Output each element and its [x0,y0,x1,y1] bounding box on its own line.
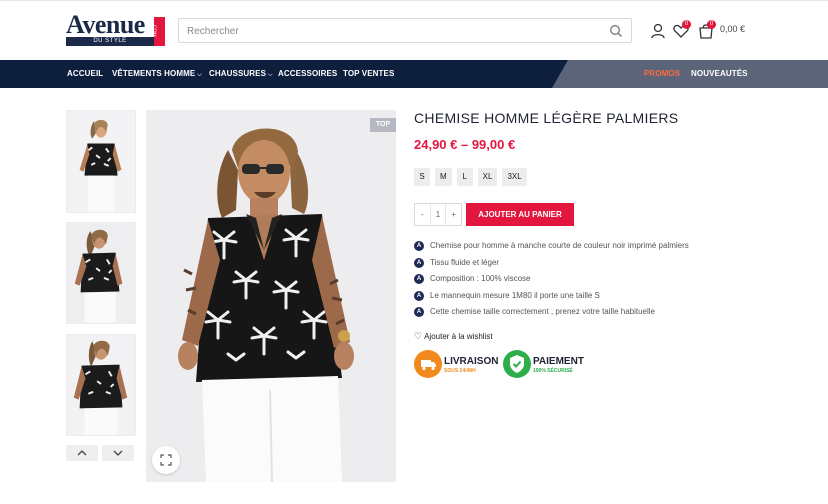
product-thumbnail-3[interactable] [66,334,136,436]
main-navigation: ACCUEIL VÊTEMENTS HOMME ⌵ CHAUSSURES ⌵ ACC… [0,60,828,88]
cart-total[interactable]: 0,00 € [720,24,745,34]
site-header: Avenue DU STYLE .COM 0 0 0,00 € [0,0,828,60]
nav-item-accessoires[interactable]: ACCESSOIRES [278,60,337,88]
nav-item-vetements-homme[interactable]: VÊTEMENTS HOMME ⌵ [112,60,202,88]
product-price: 24,90 € – 99,00 € [414,137,516,152]
brand-bullet-icon [414,307,424,317]
size-selector: S M L XL 3XL [414,168,527,186]
add-to-wishlist-link[interactable]: ♡ Ajouter à la wishlist [414,331,493,342]
model-angled-image [67,223,135,323]
payment-badge: PAIEMENT 100% SÉCURISÉ [503,350,584,382]
product-thumbnail-1[interactable] [66,110,136,213]
expand-icon [160,454,172,466]
search-input[interactable] [187,23,597,39]
model-closeup-image [67,335,135,435]
nav-item-chaussures[interactable]: CHAUSSURES ⌵ [209,60,273,88]
chevron-down-icon [113,450,123,456]
payment-subtitle: 100% SÉCURISÉ [533,368,573,374]
add-to-cart-button[interactable]: AJOUTER AU PANIER [466,203,574,226]
logo-tag: .COM [151,17,165,46]
list-item: Chemise pour homme à manche courte de co… [414,240,689,257]
list-item: Composition : 100% viscose [414,273,689,290]
nav-slant-decoration [552,60,568,88]
product-features-list: Chemise pour homme à manche courte de co… [414,240,689,323]
delivery-subtitle: SOUS 24/48H [444,368,476,374]
size-option-l[interactable]: L [456,168,473,186]
payment-title: PAIEMENT [533,356,584,367]
brand-bullet-icon [414,274,424,284]
nav-item-nouveautes[interactable]: NOUVEAUTÉS [691,60,748,88]
quantity-stepper: - 1 + [414,203,462,226]
product-title: CHEMISE HOMME LÉGÈRE PALMIERS [414,110,679,126]
logo-subtitle: DU STYLE [66,37,154,46]
chevron-down-icon: ⌵ [197,72,202,78]
search-bar [178,18,632,43]
size-option-xl[interactable]: XL [477,168,498,186]
chevron-up-icon [77,450,87,456]
shield-check-icon [503,350,531,378]
brand-bullet-icon [414,290,424,301]
delivery-truck-icon [414,350,442,378]
thumbnail-prev-button[interactable] [66,445,98,461]
delivery-badge: LIVRAISON SOUS 24/48H [414,350,498,382]
heart-icon: ♡ [414,331,423,341]
quantity-increment-button[interactable]: + [446,204,461,225]
wishlist-count-badge: 0 [682,20,691,29]
main-product-image[interactable] [146,110,396,482]
nav-item-promos[interactable]: PROMOS [644,60,680,88]
list-item: Le mannequin mesure 1M80 il porte une ta… [414,290,689,307]
quantity-input[interactable]: 1 [429,204,447,225]
size-option-3xl[interactable]: 3XL [502,168,527,186]
top-badge: TOP [370,118,396,132]
brand-bullet-icon [414,257,424,268]
cart-count-badge: 0 [707,20,716,29]
user-icon[interactable] [649,22,667,40]
chevron-down-icon: ⌵ [268,72,273,78]
model-front-image [67,111,135,212]
size-option-m[interactable]: M [435,168,452,186]
nav-item-top-ventes[interactable]: TOP VENTES [343,60,394,88]
search-icon[interactable] [609,24,623,38]
model-wearing-shirt-image [146,110,396,482]
zoom-button[interactable] [152,446,180,474]
brand-bullet-icon [414,241,424,251]
size-option-s[interactable]: S [414,168,430,186]
quantity-decrement-button[interactable]: - [415,204,430,225]
nav-item-accueil[interactable]: ACCUEIL [67,60,103,88]
logo-word: Avenue [66,10,145,39]
delivery-title: LIVRAISON [444,356,499,367]
thumbnail-next-button[interactable] [102,445,134,461]
site-logo[interactable]: Avenue DU STYLE .COM [66,10,166,46]
product-thumbnail-2[interactable] [66,222,136,324]
list-item: Cette chemise taille correctement , pren… [414,306,689,323]
list-item: Tissu fluide et léger [414,257,689,274]
